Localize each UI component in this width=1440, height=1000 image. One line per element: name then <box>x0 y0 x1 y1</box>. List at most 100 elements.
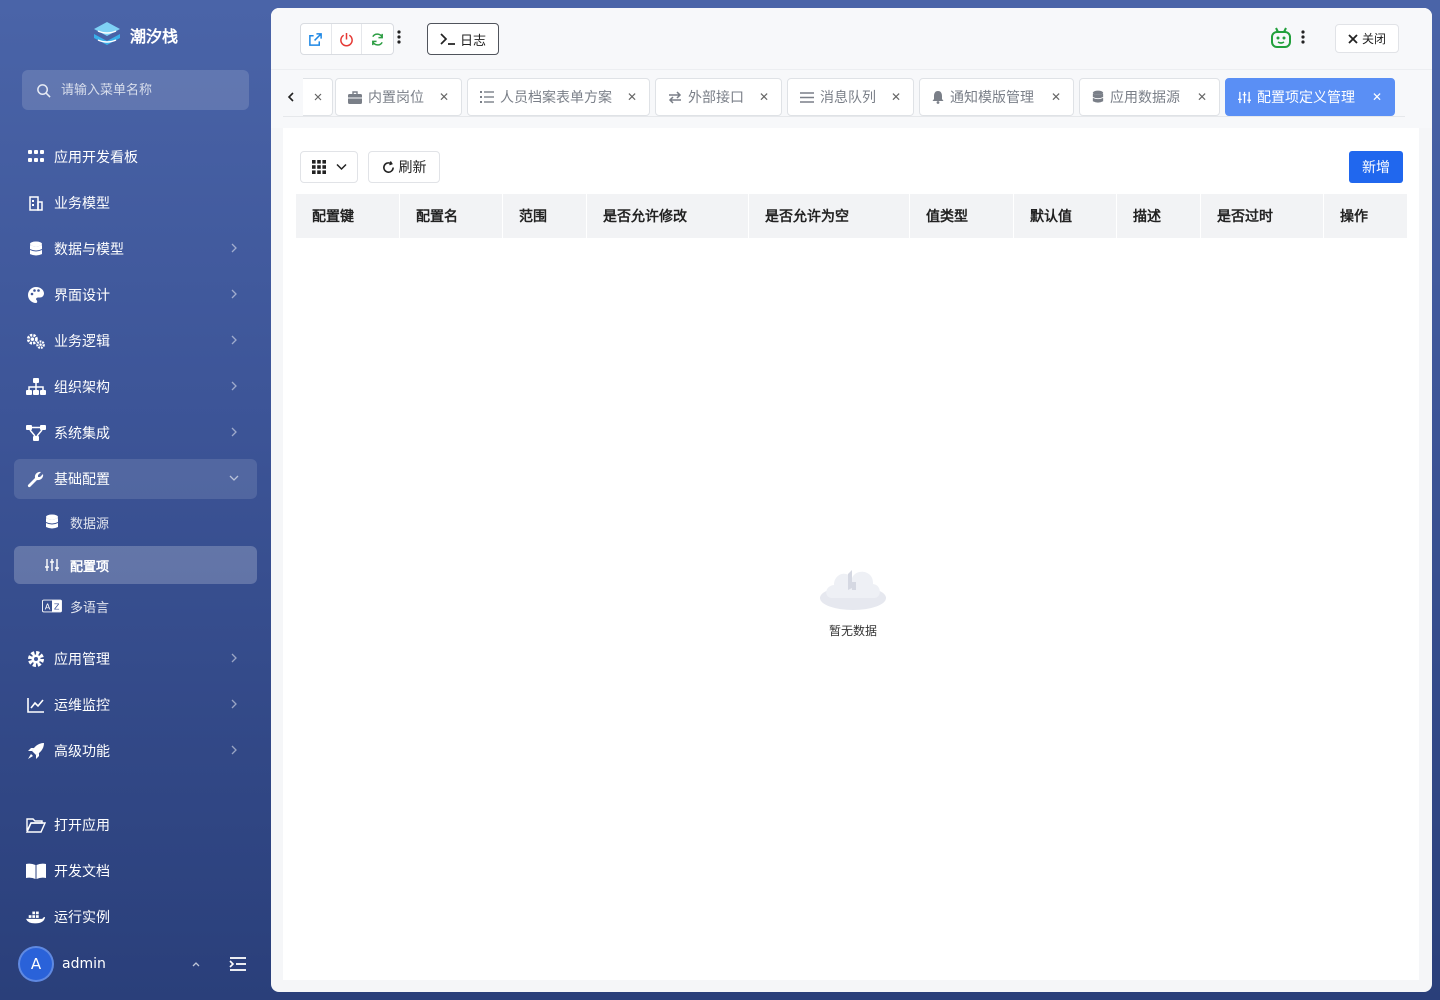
sidebar-item-running-instances[interactable]: 运行实例 <box>14 897 257 937</box>
sidebar-item-ui-design[interactable]: 界面设计 <box>14 275 257 315</box>
column-header[interactable]: 配置键 <box>296 194 400 238</box>
menu-search-input[interactable] <box>61 82 231 98</box>
add-label: 新增 <box>1362 160 1390 176</box>
reload-button[interactable] <box>362 24 393 54</box>
app-logo[interactable]: 潮汐栈 <box>92 20 178 50</box>
database-icon <box>1092 90 1104 103</box>
sync-icon <box>372 32 384 46</box>
sidebar-item-label: 界面设计 <box>54 288 110 304</box>
bell-icon <box>932 91 944 104</box>
tab-divider <box>283 116 1405 117</box>
close-icon <box>1348 33 1358 44</box>
tab-hidden-close[interactable] <box>303 78 333 116</box>
gears-icon <box>26 331 46 351</box>
more-vertical-icon[interactable] <box>397 30 401 44</box>
tab-close-icon[interactable]: ✕ <box>439 90 449 104</box>
tab-builtin-positions[interactable]: 内置岗位 ✕ <box>335 78 462 116</box>
avatar[interactable]: A <box>18 946 54 982</box>
sidebar-item-advanced[interactable]: 高级功能 <box>14 731 257 771</box>
building-icon <box>26 193 46 213</box>
refresh-button[interactable]: 刷新 <box>368 151 440 183</box>
tab-message-queue[interactable]: 消息队列 ✕ <box>787 78 914 116</box>
tab-config-definition[interactable]: 配置项定义管理 ✕ <box>1225 78 1395 116</box>
sidebar-item-label: 应用开发看板 <box>54 150 138 166</box>
refresh-icon <box>382 160 394 173</box>
column-header[interactable]: 值类型 <box>910 194 1014 238</box>
list-icon <box>480 91 494 103</box>
sidebar-item-label: 打开应用 <box>54 818 110 834</box>
sidebar-item-data-model[interactable]: 数据与模型 <box>14 229 257 269</box>
sidebar-subitem-config-items[interactable]: 配置项 <box>14 546 257 584</box>
search-icon <box>37 83 51 98</box>
column-header[interactable]: 是否过时 <box>1201 194 1324 238</box>
tab-close-icon[interactable]: ✕ <box>627 90 637 104</box>
tab-label: 人员档案表单方案 <box>500 90 612 106</box>
tab-personnel-form[interactable]: 人员档案表单方案 ✕ <box>467 78 650 116</box>
column-header[interactable]: 范围 <box>503 194 587 238</box>
chevron-up-icon[interactable] <box>190 958 202 970</box>
sidebar: 潮汐栈 应用开发看板 业务模型 数据与模型 界面设计 业务逻 <box>0 0 271 1000</box>
sidebar-item-ops-monitor[interactable]: 运维监控 <box>14 685 257 725</box>
sidebar-item-business-model[interactable]: 业务模型 <box>14 183 257 223</box>
chevron-down-icon <box>229 475 239 481</box>
add-button[interactable]: 新增 <box>1349 151 1403 183</box>
chevron-right-icon <box>231 653 237 663</box>
palette-icon <box>26 285 46 305</box>
log-button[interactable]: 日志 <box>427 23 499 55</box>
chevron-right-icon <box>231 335 237 345</box>
sidebar-item-label: 高级功能 <box>54 744 110 760</box>
empty-cloud-icon <box>820 570 886 610</box>
tab-close-icon[interactable]: ✕ <box>891 90 901 104</box>
column-header[interactable]: 默认值 <box>1014 194 1117 238</box>
tab-close-icon[interactable]: ✕ <box>1051 90 1061 104</box>
user-name[interactable]: admin <box>62 956 106 972</box>
power-icon <box>340 32 353 46</box>
sidebar-subitem-multi-language[interactable]: AZ 多语言 <box>14 587 257 625</box>
user-panel: A admin <box>18 946 258 982</box>
sliders-icon <box>1238 91 1251 103</box>
tab-close-icon[interactable]: ✕ <box>759 90 769 104</box>
column-header[interactable]: 配置名 <box>400 194 503 238</box>
sidebar-item-org-structure[interactable]: 组织架构 <box>14 367 257 407</box>
sidebar-item-dev-docs[interactable]: 开发文档 <box>14 851 257 891</box>
external-link-icon <box>309 32 323 46</box>
column-header[interactable]: 操作 <box>1324 194 1407 238</box>
sidebar-subitem-datasource[interactable]: 数据源 <box>14 503 257 541</box>
sidebar-item-app-management[interactable]: 应用管理 <box>14 639 257 679</box>
sidebar-item-basic-config[interactable]: 基础配置 <box>14 459 257 499</box>
tab-notice-templates[interactable]: 通知模版管理 ✕ <box>919 78 1074 116</box>
tab-app-datasource[interactable]: 应用数据源 ✕ <box>1079 78 1220 116</box>
svg-text:A: A <box>45 602 51 612</box>
menu-search <box>22 70 249 110</box>
power-button[interactable] <box>332 24 363 54</box>
sidebar-item-label: 运行实例 <box>54 910 110 926</box>
sidebar-item-label: 组织架构 <box>54 380 110 396</box>
sidebar-item-business-logic[interactable]: 业务逻辑 <box>14 321 257 361</box>
tab-label: 应用数据源 <box>1110 90 1180 106</box>
sidebar-item-system-integration[interactable]: 系统集成 <box>14 413 257 453</box>
svg-text:Z: Z <box>54 602 60 612</box>
column-header[interactable]: 是否允许为空 <box>749 194 910 238</box>
empty-state: 暂无数据 <box>813 558 893 639</box>
open-external-button[interactable] <box>301 24 332 54</box>
sliders-icon <box>42 555 62 575</box>
tab-external-api[interactable]: 外部接口 ✕ <box>655 78 782 116</box>
logo-icon <box>94 22 120 45</box>
tab-close-icon[interactable]: ✕ <box>1197 90 1207 104</box>
tab-label: 外部接口 <box>688 90 744 106</box>
sidebar-item-open-app[interactable]: 打开应用 <box>14 805 257 845</box>
column-header[interactable]: 描述 <box>1117 194 1201 238</box>
table-header: 配置键 配置名 范围 是否允许修改 是否允许为空 值类型 默认值 描述 是否过时… <box>296 194 1407 238</box>
app-name: 潮汐栈 <box>130 27 179 46</box>
collapse-menu-icon[interactable] <box>228 954 248 974</box>
sidebar-item-label: 开发文档 <box>54 864 110 880</box>
tab-close-icon[interactable]: ✕ <box>1372 90 1382 104</box>
more-vertical-icon[interactable] <box>1301 30 1305 44</box>
sidebar-item-app-dashboard[interactable]: 应用开发看板 <box>14 137 257 177</box>
close-button[interactable]: 关闭 <box>1335 24 1399 53</box>
tab-bar: 内置岗位 ✕ 人员档案表单方案 ✕ 外部接口 ✕ 消息队列 ✕ 通知模版管理 ✕… <box>271 70 1432 128</box>
chevron-left-icon[interactable] <box>285 91 297 103</box>
column-header[interactable]: 是否允许修改 <box>587 194 749 238</box>
robot-icon[interactable] <box>1269 26 1293 50</box>
column-settings-button[interactable] <box>300 151 358 183</box>
